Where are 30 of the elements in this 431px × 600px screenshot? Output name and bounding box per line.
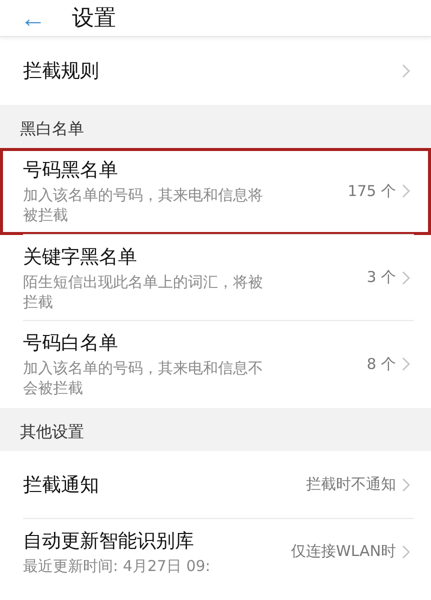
item-title: 拦截通知 (23, 472, 100, 498)
settings-item[interactable]: 拦截通知 拦截时不通知 (0, 450, 431, 518)
item-description: 加入该名单的号码，其来电和信息不会被拦截 (23, 358, 264, 398)
settings-item[interactable]: 关键字黑名单 陌生短信出现此名单上的词汇，将被拦截 3 个 (0, 234, 431, 321)
settings-item[interactable]: 拦截规则 (0, 37, 431, 105)
item-description: 加入该名单的号码，其来电和信息将被拦截 (23, 185, 264, 226)
chevron-icon (402, 184, 410, 198)
item-value: 3 个 (366, 268, 396, 288)
chevron-icon (402, 64, 410, 78)
settings-item[interactable]: 号码白名单 加入该名单的号码，其来电和信息不会被拦截 8 个 (0, 321, 431, 408)
item-value: 拦截时不通知 (306, 475, 396, 494)
item-description: 最近更新时间: 4月27日 09: (23, 556, 212, 576)
chevron-icon (402, 478, 410, 492)
item-description: 陌生短信出现此名单上的词汇，将被拦截 (23, 272, 264, 312)
item-value: 175 个 (348, 182, 396, 201)
item-title: 号码黑名单 (23, 158, 119, 183)
settings-item[interactable]: 自动更新智能识别库 最近更新时间: 4月27日 09: 仅连接WLAN时 (0, 518, 431, 585)
chevron-icon (402, 270, 410, 285)
item-value: 仅连接WLAN时 (290, 542, 396, 562)
item-title: 号码白名单 (23, 331, 119, 356)
item-value: 8 个 (366, 354, 396, 374)
item-title: 自动更新智能识别库 (23, 528, 195, 554)
page-title: 设置 (72, 5, 116, 33)
section-heading: 黑白名单 (0, 105, 431, 148)
item-title: 关键字黑名单 (23, 244, 138, 270)
chevron-icon (402, 357, 410, 372)
section-heading: 其他设置 (0, 408, 431, 450)
item-title: 拦截规则 (23, 59, 100, 84)
chevron-icon (402, 544, 410, 559)
settings-item[interactable]: 号码黑名单 加入该名单的号码，其来电和信息将被拦截 175 个 (0, 148, 431, 234)
